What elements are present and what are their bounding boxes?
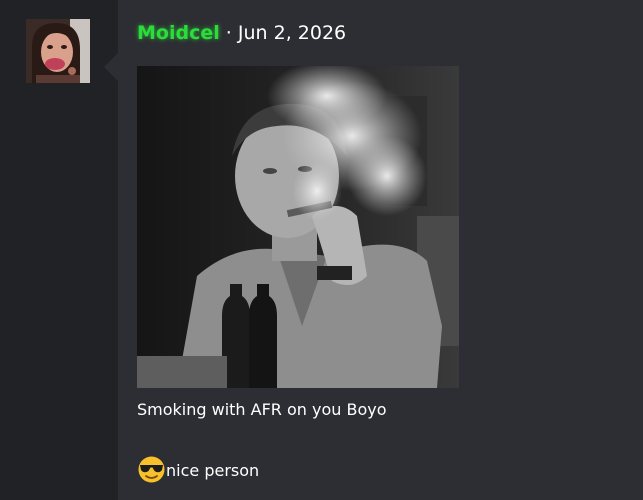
post-pointer: [104, 52, 119, 82]
post-date: Jun 2, 2026: [237, 22, 347, 44]
sunglasses-emoji-icon: [137, 455, 166, 484]
reply-line: nice person: [137, 455, 259, 484]
post-caption: Smoking with AFR on you Boyo: [137, 400, 387, 419]
header-separator: ·: [225, 22, 232, 44]
reply-text: nice person: [166, 461, 260, 480]
avatar[interactable]: [26, 19, 90, 83]
username-link[interactable]: Moidcel: [137, 22, 220, 44]
post-image[interactable]: [137, 66, 459, 388]
post-header: Moidcel · Jun 2, 2026: [137, 21, 346, 45]
